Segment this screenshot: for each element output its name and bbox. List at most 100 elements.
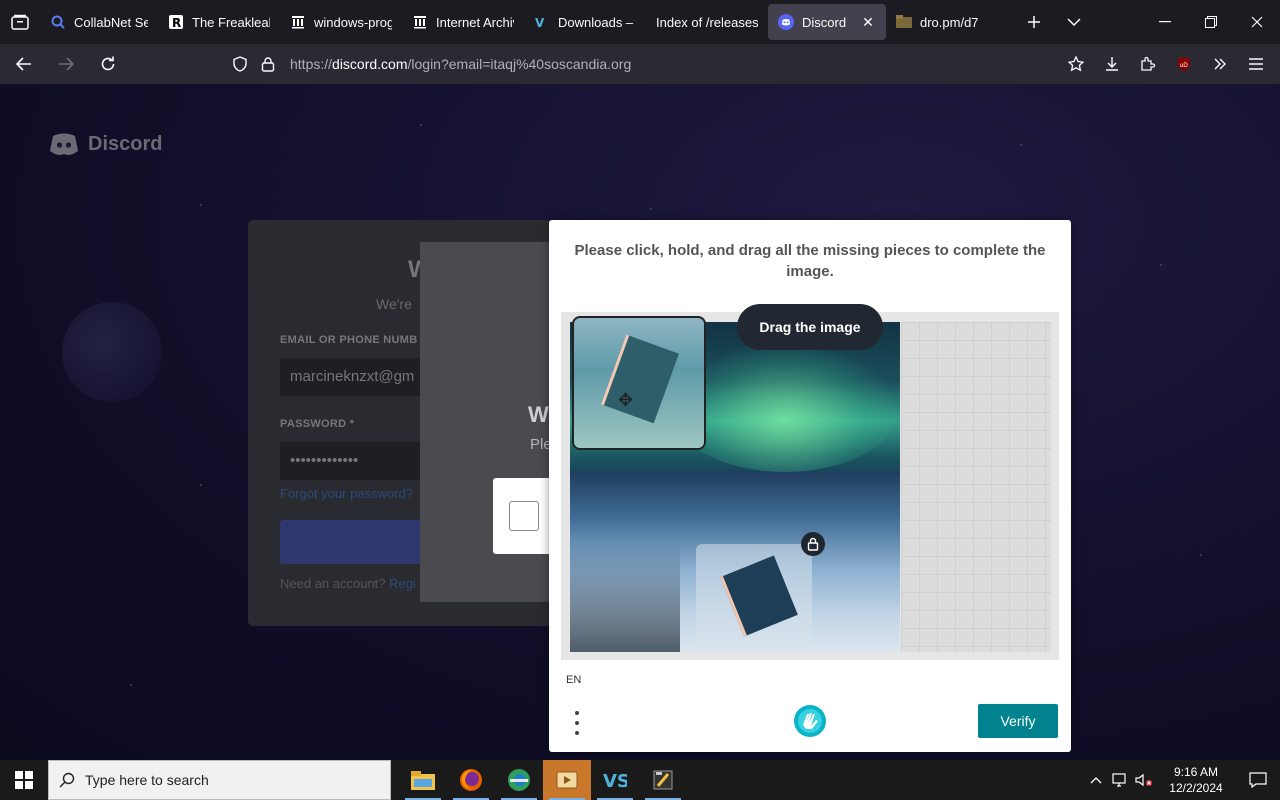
- url-prefix: https://: [290, 56, 333, 72]
- extensions-icon[interactable]: [1130, 48, 1166, 80]
- need-account-label: Need an account?: [280, 576, 386, 591]
- discord-icon: [778, 14, 794, 30]
- discord-icon: [50, 133, 78, 155]
- volume-muted-icon[interactable]: [1132, 760, 1156, 800]
- windows-taskbar: Type here to search VS 9:16 AM 12/2/2024: [0, 760, 1280, 800]
- puzzle-target-slot[interactable]: [696, 544, 812, 652]
- search-icon: [50, 14, 66, 30]
- clock-date: 12/2/2024: [1169, 781, 1223, 795]
- tab-label: Discord: [802, 14, 847, 30]
- discord-logo: Discord: [48, 132, 162, 156]
- lock-icon[interactable]: [254, 56, 282, 72]
- clock-time: 9:16 AM: [1173, 765, 1219, 779]
- hamburger-menu-icon[interactable]: [1238, 48, 1274, 80]
- tab-label: CollabNet Sear: [74, 14, 148, 30]
- network-icon[interactable]: [1108, 760, 1132, 800]
- restore-icon[interactable]: [1188, 0, 1234, 44]
- search-icon: [49, 772, 85, 788]
- notepad-icon[interactable]: [639, 760, 687, 800]
- tab-downloads[interactable]: V Downloads – (: [524, 4, 646, 40]
- chevron-down-icon[interactable]: [1054, 0, 1094, 44]
- url-text: https://discord.com/login?email=itaqj%40…: [290, 56, 631, 72]
- forest-shadow: [570, 542, 680, 652]
- puzzle-area: ✥ Drag the image: [561, 304, 1059, 660]
- discord-login-page: Discord W We're EMAIL OR PHONE NUMB marc…: [0, 84, 1280, 760]
- captcha-checkbox[interactable]: [509, 501, 539, 531]
- tab-collabnet[interactable]: CollabNet Sear: [40, 4, 158, 40]
- new-tab-plus-icon[interactable]: [1014, 0, 1054, 44]
- captcha-prompt: Please click, hold, and drag all the mis…: [574, 242, 1046, 280]
- address-bar[interactable]: https://discord.com/login?email=itaqj%40…: [226, 48, 1036, 80]
- svg-text:V: V: [535, 16, 545, 29]
- folder-icon: [896, 14, 912, 30]
- move-cursor-icon: ✥: [618, 390, 634, 410]
- archive-icon: [290, 14, 306, 30]
- r-logo-icon: R: [168, 14, 184, 30]
- login-subheading: We're: [376, 296, 412, 312]
- url-path: /login?email=itaqj%40soscandia.org: [407, 56, 632, 72]
- tab-list-button[interactable]: [0, 0, 40, 44]
- tab-label: Internet Archiv: [436, 14, 514, 30]
- media-player-icon[interactable]: [543, 760, 591, 800]
- password-label: PASSWORD *: [280, 418, 355, 430]
- tab-label: Index of /releases/: [656, 14, 758, 30]
- firefox-icon[interactable]: [447, 760, 495, 800]
- browser-tab-strip: CollabNet Sear R The Freakleak windows-p…: [0, 0, 1280, 44]
- chevron-up-icon[interactable]: [1084, 760, 1108, 800]
- browser-nav-bar: https://discord.com/login?email=itaqj%40…: [0, 44, 1280, 84]
- forgot-password-link[interactable]: Forgot your password?: [280, 486, 413, 501]
- overlay-heading: W: [528, 402, 549, 427]
- tab-index-releases[interactable]: Index of /releases/: [646, 4, 768, 40]
- svg-text:R: R: [172, 16, 181, 29]
- captcha-challenge: Please click, hold, and drag all the mis…: [549, 220, 1071, 752]
- back-arrow-icon[interactable]: [6, 48, 42, 80]
- taskbar-search-box[interactable]: Type here to search: [48, 760, 391, 800]
- notifications-icon[interactable]: [1236, 760, 1280, 800]
- bookmark-star-icon[interactable]: [1058, 48, 1094, 80]
- email-label: EMAIL OR PHONE NUMB: [280, 334, 418, 346]
- forward-arrow-icon[interactable]: [48, 48, 84, 80]
- hcaptcha-logo-icon: [794, 705, 826, 737]
- lock-icon: [801, 532, 825, 556]
- search-placeholder: Type here to search: [85, 772, 209, 788]
- logo-text: Discord: [88, 132, 163, 155]
- edge-icon[interactable]: [495, 760, 543, 800]
- archive-icon: [412, 14, 428, 30]
- tab-windows-prog[interactable]: windows-prog: [280, 4, 402, 40]
- url-host: discord.com: [332, 56, 408, 72]
- shield-icon[interactable]: [226, 56, 254, 72]
- target-shape: [720, 555, 798, 637]
- vs-icon[interactable]: VS: [591, 760, 639, 800]
- tab-overview-icon: [11, 14, 29, 30]
- tab-label: windows-prog: [314, 14, 392, 30]
- tab-discord[interactable]: Discord ✕: [768, 4, 886, 40]
- tab-label: The Freakleak: [192, 14, 270, 30]
- windows-start-icon[interactable]: [0, 760, 48, 800]
- overflow-chevrons-icon[interactable]: [1202, 48, 1238, 80]
- language-selector[interactable]: EN: [566, 674, 581, 686]
- ublock-icon[interactable]: uD: [1166, 48, 1202, 80]
- close-window-icon[interactable]: [1234, 0, 1280, 44]
- file-explorer-icon[interactable]: [399, 760, 447, 800]
- puzzle-grid: [901, 322, 1051, 652]
- close-tab-icon[interactable]: ✕: [860, 14, 876, 30]
- draggable-puzzle-piece[interactable]: ✥: [572, 316, 706, 450]
- verify-button[interactable]: Verify: [978, 704, 1058, 738]
- tab-label: Downloads – (: [558, 14, 636, 30]
- register-link[interactable]: Regi: [389, 576, 416, 591]
- tab-freakleak[interactable]: R The Freakleak: [158, 4, 280, 40]
- piece-shape: [601, 334, 679, 424]
- tab-internet-archive[interactable]: Internet Archiv: [402, 4, 524, 40]
- vs-icon: V: [534, 14, 550, 30]
- download-icon[interactable]: [1094, 48, 1130, 80]
- need-account-text: Need an account? Regi: [280, 576, 416, 591]
- svg-text:uD: uD: [1180, 62, 1189, 69]
- system-clock[interactable]: 9:16 AM 12/2/2024: [1156, 764, 1236, 796]
- minimize-icon[interactable]: [1142, 0, 1188, 44]
- tab-dro-pm[interactable]: dro.pm/d7: [886, 4, 1004, 40]
- drag-tooltip: Drag the image: [737, 304, 883, 350]
- svg-text:VS: VS: [603, 771, 627, 791]
- more-options-icon[interactable]: [567, 708, 587, 738]
- reload-icon[interactable]: [90, 48, 126, 80]
- tab-label: dro.pm/d7: [920, 14, 979, 30]
